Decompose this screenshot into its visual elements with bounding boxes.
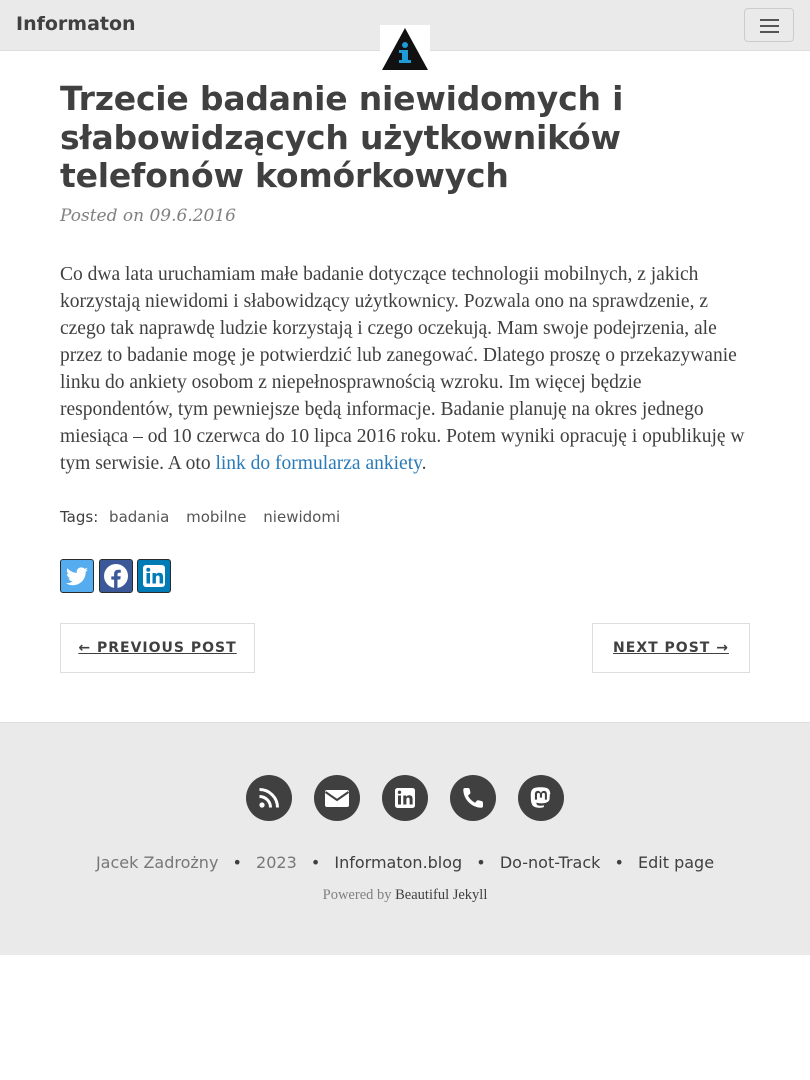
edit-page-link[interactable]: Edit page [638, 853, 714, 872]
share-linkedin-button[interactable] [137, 559, 171, 593]
footer-credits: Jacek Zadrożny • 2023 • Informaton.blog … [0, 853, 810, 872]
post-title: Trzecie badanie niewidomych i słabowidzą… [60, 79, 624, 195]
footer-rss-button[interactable] [246, 775, 292, 821]
separator: • [310, 853, 321, 872]
copyright-year: 2023 [256, 853, 297, 872]
powered-by-prefix: Powered by [322, 887, 392, 903]
tag-badania[interactable]: badania [109, 508, 169, 526]
rss-icon [259, 788, 279, 808]
footer-linkedin-button[interactable] [382, 775, 428, 821]
twitter-icon [66, 567, 88, 586]
phone-icon [463, 788, 483, 808]
menu-toggle-button[interactable] [744, 8, 794, 42]
tag-niewidomi[interactable]: niewidomi [263, 508, 340, 526]
tags-label: Tags: [60, 508, 99, 526]
separator: • [614, 853, 624, 872]
tags: Tags: badania mobilne niewidomi [60, 508, 340, 526]
tag-mobilne[interactable]: mobilne [186, 508, 246, 526]
post-body-text: Co dwa lata uruchamiam małe badanie doty… [60, 264, 745, 474]
share-twitter-button[interactable] [60, 559, 94, 593]
beautiful-jekyll-link[interactable]: Beautiful Jekyll [395, 887, 487, 903]
author-name: Jacek Zadrożny [95, 853, 219, 872]
post-meta: Posted on 09.6.2016 [60, 206, 236, 226]
linkedin-icon [395, 788, 415, 808]
post-body: Co dwa lata uruchamiam małe badanie doty… [60, 261, 754, 477]
site-link[interactable]: Informaton.blog [334, 853, 462, 872]
footer-email-button[interactable] [314, 775, 360, 821]
next-post-button[interactable]: NEXT POST → [592, 623, 750, 673]
mastodon-icon [530, 787, 551, 808]
separator: • [232, 853, 242, 872]
post-header: Trzecie badanie niewidomych i słabowidzą… [60, 79, 760, 196]
facebook-icon [104, 564, 128, 588]
email-icon [324, 790, 350, 807]
previous-post-button[interactable]: ← PREVIOUS POST [60, 623, 255, 673]
survey-link[interactable]: link do formularza ankiety [215, 453, 421, 474]
share-facebook-button[interactable] [99, 559, 133, 593]
footer-mastodon-button[interactable] [518, 775, 564, 821]
powered-by: Powered by Beautiful Jekyll [0, 887, 810, 904]
do-not-track-link[interactable]: Do-not-Track [500, 853, 601, 872]
separator: • [476, 853, 486, 872]
linkedin-icon [143, 565, 165, 587]
brand-link[interactable]: Informaton [16, 13, 136, 35]
info-triangle-logo [382, 28, 428, 70]
post-body-end: . [421, 453, 427, 474]
site-logo[interactable] [380, 25, 430, 72]
footer-phone-button[interactable] [450, 775, 496, 821]
footer: Jacek Zadrożny • 2023 • Informaton.blog … [0, 722, 810, 955]
